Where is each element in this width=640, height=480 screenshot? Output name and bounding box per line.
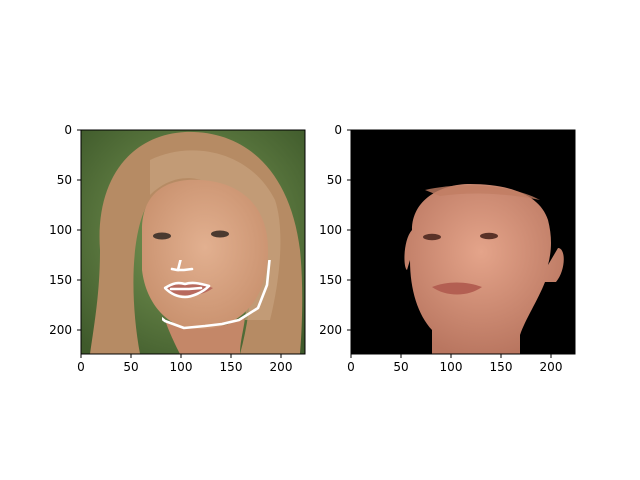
right-xtick-label: 150 — [490, 360, 513, 374]
figure: 0 50 100 150 200 0 50 100 150 200 0 50 1… — [49, 123, 576, 374]
left-xtick-label: 100 — [170, 360, 193, 374]
right-xtick-label: 100 — [440, 360, 463, 374]
panel-left-image — [81, 130, 305, 354]
left-ytick-label: 200 — [49, 323, 72, 337]
left-xtick-label: 0 — [77, 360, 85, 374]
right-ytick-label: 100 — [319, 223, 342, 237]
left-ytick-label: 150 — [49, 273, 72, 287]
right-xtick-label: 200 — [540, 360, 563, 374]
left-xtick-label: 50 — [123, 360, 138, 374]
left-ytick-label: 0 — [64, 123, 72, 137]
left-xtick-label: 150 — [220, 360, 243, 374]
panel-right-image — [351, 130, 575, 354]
right-ytick-label: 150 — [319, 273, 342, 287]
left-ytick-label: 100 — [49, 223, 72, 237]
right-ytick-label: 0 — [334, 123, 342, 137]
left-ytick-label: 50 — [57, 173, 72, 187]
left-xtick-label: 200 — [270, 360, 293, 374]
right-ytick-label: 200 — [319, 323, 342, 337]
right-xtick-label: 0 — [347, 360, 355, 374]
right-xtick-label: 50 — [393, 360, 408, 374]
right-ytick-label: 50 — [327, 173, 342, 187]
